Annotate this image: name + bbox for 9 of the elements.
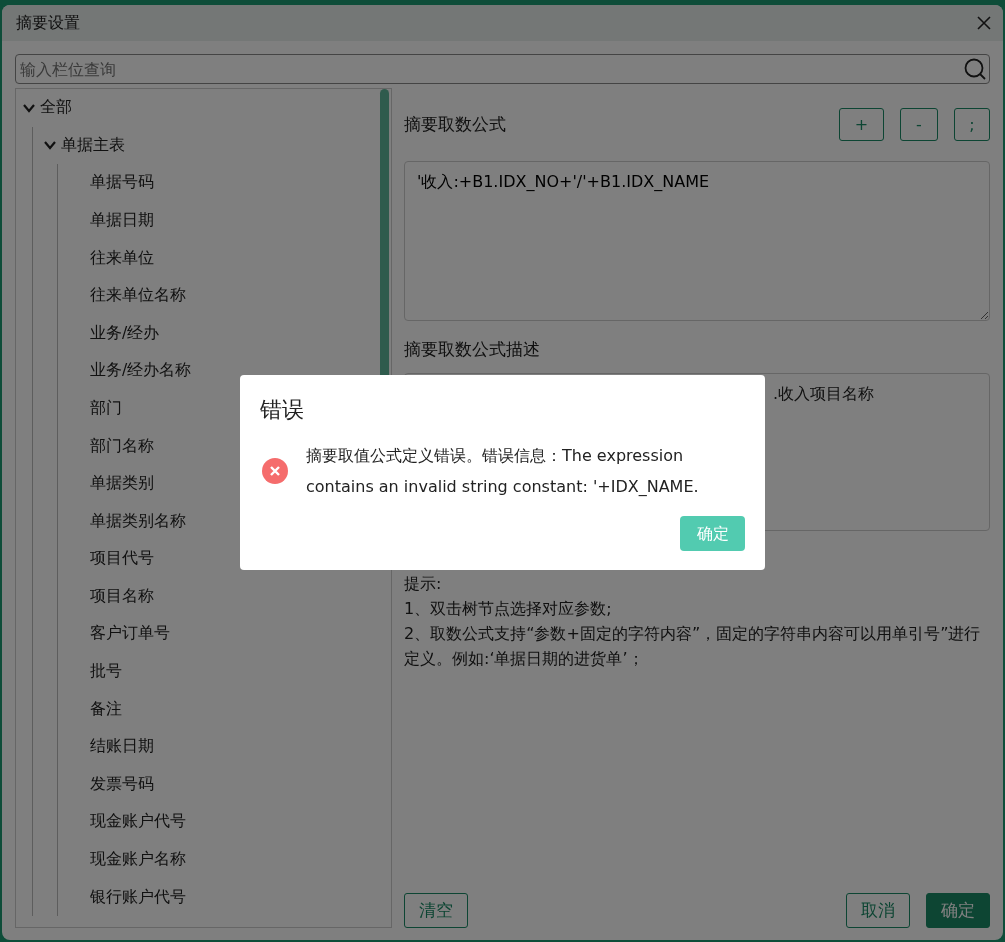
error-message: 摘要取值公式定义错误。错误信息：The expression contains an invalid string constant: '+IDX_NAME. (306, 445, 700, 498)
dialog-title: 摘要设置 (16, 12, 80, 34)
description-text: .收入项目名称 (773, 383, 875, 403)
hint-text: 提示: (404, 572, 443, 595)
hint-text: 1、双击树节点选择对应参数; (404, 597, 613, 620)
formula-label: 摘要取数公式 (404, 112, 506, 136)
description-label: 摘要取数公式描述 (404, 338, 541, 361)
error-title: 错误 (260, 396, 305, 424)
hint-text: 2、取数公式支持“参数+固定的字符内容”，固定的字符串内容可以用单引号”进行定义。例如:‘单据日期的进货单’； (404, 622, 982, 670)
